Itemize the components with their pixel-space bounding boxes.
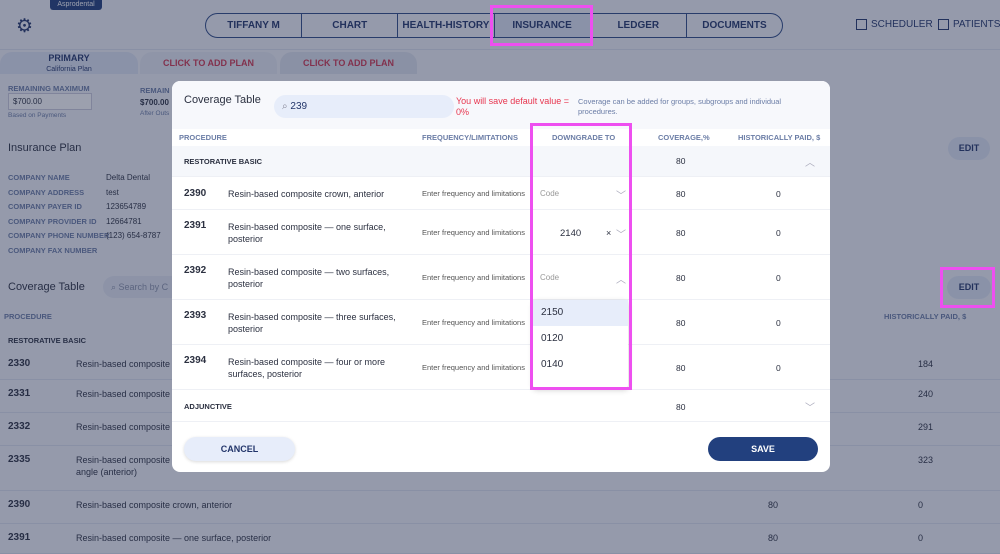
procedure-desc: Resin-based composite crown, anterior (228, 189, 385, 199)
procedure-code: 2392 (184, 265, 207, 276)
chevron-down-icon[interactable]: ﹀ (805, 399, 815, 414)
group-name: RESTORATIVE BASIC (184, 157, 263, 166)
default-warning: You will save default value = 0% (456, 96, 569, 117)
procedure-code: 2391 (184, 220, 207, 231)
procedure-desc: Resin-based composite — four or more sur… (228, 357, 386, 379)
coverage-value[interactable]: 80 (676, 273, 685, 283)
search-value: 239 (290, 101, 308, 112)
modal-search-input[interactable]: ⌕ 239 (274, 95, 454, 118)
procedure-code: 2390 (184, 188, 207, 199)
frequency-input[interactable]: Enter frequency and limitations (422, 273, 525, 282)
historically-paid: 0 (776, 362, 781, 373)
procedure-row[interactable]: 2394 Resin-based composite — four or more… (172, 345, 830, 390)
coverage-value[interactable]: 80 (676, 228, 685, 238)
procedure-row[interactable]: 2393 Resin-based composite — three surfac… (172, 300, 830, 345)
group-coverage: 80 (676, 402, 686, 412)
col-coverage: COVERAGE,% (658, 133, 710, 142)
highlight-insurance-tab (490, 5, 593, 46)
procedure-desc: Resin-based composite — two surfaces, po… (228, 267, 390, 289)
group-row-adjunctive[interactable]: ADJUNCTIVE 80 ﹀ (172, 390, 830, 422)
coverage-value[interactable]: 80 (676, 189, 685, 199)
save-button[interactable]: SAVE (708, 437, 818, 461)
historically-paid: 0 (776, 227, 781, 238)
col-procedure: PROCEDURE (179, 133, 227, 142)
procedure-row[interactable]: 2391 Resin-based composite — one surface,… (172, 210, 830, 255)
coverage-value[interactable]: 80 (676, 318, 685, 328)
frequency-input[interactable]: Enter frequency and limitations (422, 363, 525, 372)
group-row-restorative[interactable]: RESTORATIVE BASIC 80 ︿ (172, 146, 830, 177)
frequency-input[interactable]: Enter frequency and limitations (422, 228, 525, 237)
cancel-button[interactable]: CANCEL (184, 437, 295, 461)
coverage-table-modal: Coverage Table ⌕ 239 You will save defau… (172, 81, 830, 472)
procedure-desc: Resin-based composite — one surface, pos… (228, 222, 386, 244)
procedure-row[interactable]: 2392 Resin-based composite — two surfaces… (172, 255, 830, 300)
procedure-code: 2394 (184, 355, 207, 366)
group-coverage: 80 (676, 156, 686, 166)
group-name: ADJUNCTIVE (184, 402, 232, 411)
search-icon: ⌕ (282, 101, 288, 112)
frequency-input[interactable]: Enter frequency and limitations (422, 318, 525, 327)
procedure-code: 2393 (184, 310, 207, 321)
historically-paid: 0 (776, 317, 781, 328)
procedure-desc: Resin-based composite — three surfaces, … (228, 312, 396, 334)
coverage-info: Coverage can be added for groups, subgro… (578, 97, 782, 116)
historically-paid: 0 (776, 272, 781, 283)
coverage-value[interactable]: 80 (676, 363, 685, 373)
modal-title: Coverage Table (184, 94, 261, 106)
historically-paid: 0 (776, 188, 781, 199)
highlight-edit-button (940, 267, 995, 308)
procedure-row[interactable]: 2390 Resin-based composite crown, anterio… (172, 177, 830, 210)
col-frequency: FREQUENCY/LIMITATIONS (422, 133, 518, 142)
highlight-downgrade-column (530, 123, 632, 390)
chevron-up-icon[interactable]: ︿ (805, 154, 815, 169)
col-historically-paid: HISTORICALLY PAID, $ (738, 133, 821, 142)
frequency-input[interactable]: Enter frequency and limitations (422, 189, 525, 198)
